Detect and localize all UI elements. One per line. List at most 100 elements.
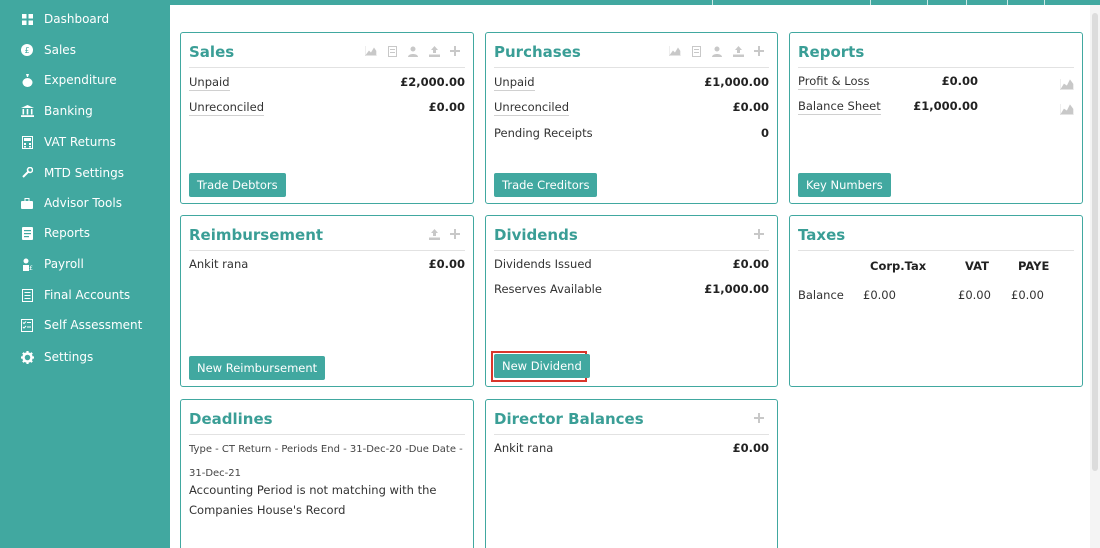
plus-icon[interactable] (753, 45, 765, 57)
dividends-issued-label: Dividends Issued (494, 257, 592, 271)
sidebar-item-label: Reports (44, 226, 91, 240)
sidebar-item-self-assessment[interactable]: Self Assessment (0, 310, 170, 340)
reimbursement-value: £0.00 (428, 257, 465, 271)
reports-panel: Reports Profit & Loss £0.00 Balance Shee… (789, 32, 1083, 204)
purchases-pending-value: 0 (760, 126, 769, 140)
bank-icon (20, 104, 34, 118)
reimbursement-panel: Reimbursement Ankit rana £0.00 New Reimb… (180, 215, 474, 387)
sidebar-item-label: Advisor Tools (44, 196, 122, 210)
sidebar: Dashboard £ Sales Expenditure Banking VA… (0, 0, 170, 548)
document-icon[interactable] (690, 45, 702, 57)
chart-icon[interactable] (365, 45, 377, 57)
panel-tools (753, 228, 765, 240)
document-icon[interactable] (386, 45, 398, 57)
chart-icon[interactable] (1059, 100, 1074, 116)
trade-debtors-button[interactable]: Trade Debtors (189, 173, 286, 197)
new-reimbursement-button[interactable]: New Reimbursement (189, 356, 326, 380)
gear-icon (20, 350, 34, 364)
paye-header: PAYE (1018, 259, 1050, 273)
director-balance-value: £0.00 (732, 441, 769, 455)
sidebar-item-final-accounts[interactable]: Final Accounts (0, 280, 170, 310)
panel-title: Reimbursement (189, 226, 324, 244)
sidebar-item-settings[interactable]: Settings (0, 342, 170, 372)
sidebar-item-label: Dashboard (44, 12, 110, 26)
plus-icon[interactable] (753, 228, 765, 240)
panel-title: Purchases (494, 43, 581, 61)
plus-icon[interactable] (753, 412, 765, 424)
purchases-panel: Purchases Unpaid £1,000.00 Unreconciled … (485, 32, 778, 204)
profit-loss-link[interactable]: Profit & Loss (798, 74, 870, 90)
reimbursement-name: Ankit rana (189, 257, 249, 271)
panel-title: Deadlines (189, 410, 273, 428)
plus-icon[interactable] (449, 228, 461, 240)
panel-title: Taxes (798, 226, 846, 244)
new-dividend-button[interactable]: New Dividend (494, 354, 590, 378)
corp-tax-value: £0.00 (863, 288, 896, 302)
panel-tools (365, 45, 461, 57)
sidebar-item-label: Final Accounts (44, 288, 131, 302)
upload-icon[interactable] (732, 45, 744, 57)
tools-icon (20, 166, 34, 180)
reserves-available-value: £1,000.00 (704, 282, 769, 296)
sales-unpaid-value: £2,000.00 (400, 75, 465, 89)
chart-icon[interactable] (669, 45, 681, 57)
profit-loss-value: £0.00 (941, 74, 978, 88)
sales-unpaid-link[interactable]: Unpaid (189, 75, 230, 91)
sidebar-item-payroll[interactable]: £ Payroll (0, 249, 170, 279)
payroll-icon: £ (20, 257, 34, 271)
user-icon[interactable] (711, 45, 723, 57)
grid-icon (20, 12, 34, 26)
panel-title: Dividends (494, 226, 578, 244)
sidebar-item-dashboard[interactable]: Dashboard (0, 4, 170, 34)
sidebar-item-expenditure[interactable]: Expenditure (0, 65, 170, 95)
sidebar-item-label: Banking (44, 104, 93, 118)
sidebar-item-advisor-tools[interactable]: Advisor Tools (0, 188, 170, 218)
top-bar (170, 0, 1100, 5)
reserves-available-label: Reserves Available (494, 282, 602, 296)
sidebar-item-label: Expenditure (44, 73, 117, 87)
panel-tools (428, 228, 461, 240)
key-numbers-button[interactable]: Key Numbers (798, 173, 891, 197)
purchases-unreconciled-value: £0.00 (732, 100, 769, 114)
sales-unreconciled-link[interactable]: Unreconciled (189, 100, 264, 116)
sidebar-item-label: Self Assessment (44, 318, 143, 332)
scrollbar-thumb[interactable] (1092, 13, 1098, 471)
chart-icon[interactable] (1059, 75, 1074, 91)
vat-value: £0.00 (958, 288, 991, 302)
sales-panel: Sales Unpaid £2,000.00 Unreconciled £0.0… (180, 32, 474, 204)
panel-title: Sales (189, 43, 235, 61)
dividends-issued-value: £0.00 (732, 257, 769, 271)
ledger-icon (20, 288, 34, 302)
panel-tools (669, 45, 765, 57)
director-name: Ankit rana (494, 441, 554, 455)
balance-sheet-value: £1,000.00 (913, 99, 978, 113)
taxes-panel: Taxes Corp.Tax VAT PAYE Balance £0.00 £0… (789, 215, 1083, 387)
vat-header: VAT (965, 259, 989, 273)
sidebar-item-mtd-settings[interactable]: MTD Settings (0, 158, 170, 188)
pound-circle-icon: £ (20, 43, 34, 57)
deadline-detail: Type - CT Return - Periods End - 31-Dec-… (189, 444, 463, 479)
trade-creditors-button[interactable]: Trade Creditors (494, 173, 598, 197)
paye-value: £0.00 (1011, 288, 1044, 302)
sidebar-item-label: Settings (44, 350, 94, 364)
sidebar-item-reports[interactable]: Reports (0, 218, 170, 248)
sidebar-item-sales[interactable]: £ Sales (0, 35, 170, 65)
sidebar-item-vat-returns[interactable]: VAT Returns (0, 127, 170, 157)
panel-title: Director Balances (494, 410, 644, 428)
purchases-unpaid-link[interactable]: Unpaid (494, 75, 535, 91)
upload-icon[interactable] (428, 45, 440, 57)
scrollbar-track[interactable] (1090, 5, 1100, 548)
purchases-unreconciled-link[interactable]: Unreconciled (494, 100, 569, 116)
purchases-pending-label: Pending Receipts (494, 126, 593, 140)
plus-icon[interactable] (449, 45, 461, 57)
panel-tools (753, 412, 765, 424)
user-icon[interactable] (407, 45, 419, 57)
balance-label: Balance (798, 288, 844, 302)
sidebar-item-label: Sales (44, 43, 76, 57)
deadlines-panel: Deadlines Type - CT Return - Periods End… (180, 399, 474, 548)
panel-title: Reports (798, 43, 865, 61)
upload-icon[interactable] (428, 228, 440, 240)
checklist-icon (20, 318, 34, 332)
sidebar-item-banking[interactable]: Banking (0, 96, 170, 126)
balance-sheet-link[interactable]: Balance Sheet (798, 99, 881, 115)
